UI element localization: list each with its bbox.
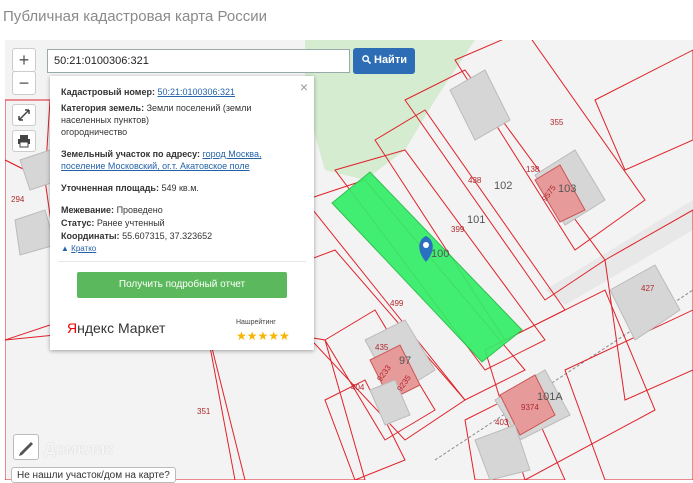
get-report-button[interactable]: Получить подробный отчет [77, 272, 287, 298]
logo-letter: Я [67, 320, 78, 336]
search-icon [362, 55, 371, 64]
zoom-out-button[interactable]: − [12, 71, 36, 95]
map-label: 101А [537, 391, 563, 403]
printer-icon [18, 135, 30, 148]
land-use-value: огородничество [61, 127, 128, 137]
rating-stars: ★★★★★ [236, 329, 290, 343]
category-label: Категория земель: [61, 103, 145, 113]
search-button[interactable]: Найти [353, 48, 415, 74]
area-label: Уточненная площадь: [61, 183, 159, 193]
map-label: 351 [197, 407, 211, 416]
map-label: 438 [468, 176, 482, 185]
address-label: Земельный участок по адресу: [61, 149, 201, 159]
yandex-market-logo[interactable]: Яндекс Маркет [67, 320, 165, 336]
parcel-info-popup: × Кадастровый номер: 50:21:0100306:321 К… [50, 76, 314, 350]
page-title: Публичная кадастровая карта России [3, 8, 267, 25]
domclick-watermark: Домклик [44, 441, 114, 458]
fullscreen-button[interactable] [12, 104, 36, 126]
area-value: 549 кв.м. [161, 183, 199, 193]
zoom-in-button[interactable]: + [12, 48, 36, 72]
map-label: 100 [431, 248, 449, 260]
map-label: 97 [399, 355, 411, 367]
coords-label: Координаты: [61, 231, 120, 241]
map-label: 103 [558, 183, 576, 195]
ruler-button[interactable] [13, 434, 39, 460]
map-label: 399 [451, 225, 465, 234]
map-label: 403 [495, 418, 509, 427]
map-label: 138 [526, 165, 540, 174]
rating-label: Нашрейтинг [236, 319, 276, 326]
map-label: 101 [467, 214, 485, 226]
status-value: Ранее учтенный [96, 218, 165, 228]
map-label: 102 [494, 180, 512, 192]
cadastral-link[interactable]: 50:21:0100306:321 [157, 87, 235, 97]
collapse-link[interactable]: ▲ Кратко [61, 244, 304, 253]
not-found-button[interactable]: Не нашли участок/дом на карте? [11, 467, 176, 483]
map-label: 427 [641, 284, 655, 293]
map-label: 294 [11, 195, 25, 204]
pencil-icon [19, 442, 33, 456]
caret-up-icon: ▲ [61, 244, 69, 253]
expand-icon [18, 109, 30, 121]
coords-value: 55.607315, 37.323652 [122, 231, 213, 241]
print-button[interactable] [12, 130, 36, 152]
cadastral-label: Кадастровый номер: [61, 87, 155, 97]
map-label: 499 [390, 299, 404, 308]
map-label: 435 [375, 343, 389, 352]
logo-text: ндекс Маркет [77, 320, 166, 336]
survey-value: Проведено [116, 205, 163, 215]
search-input[interactable]: 50:21:0100306:321 [47, 49, 350, 73]
survey-label: Межевание: [61, 205, 115, 215]
divider [58, 261, 306, 262]
search-button-label: Найти [374, 54, 407, 66]
map-label: 404 [351, 383, 365, 392]
close-icon[interactable]: × [300, 79, 308, 95]
selected-parcel[interactable] [331, 171, 523, 363]
status-label: Статус: [61, 218, 95, 228]
collapse-link-label: Кратко [71, 244, 97, 253]
map-label: 9374 [521, 403, 539, 412]
map-label: 355 [550, 118, 564, 127]
